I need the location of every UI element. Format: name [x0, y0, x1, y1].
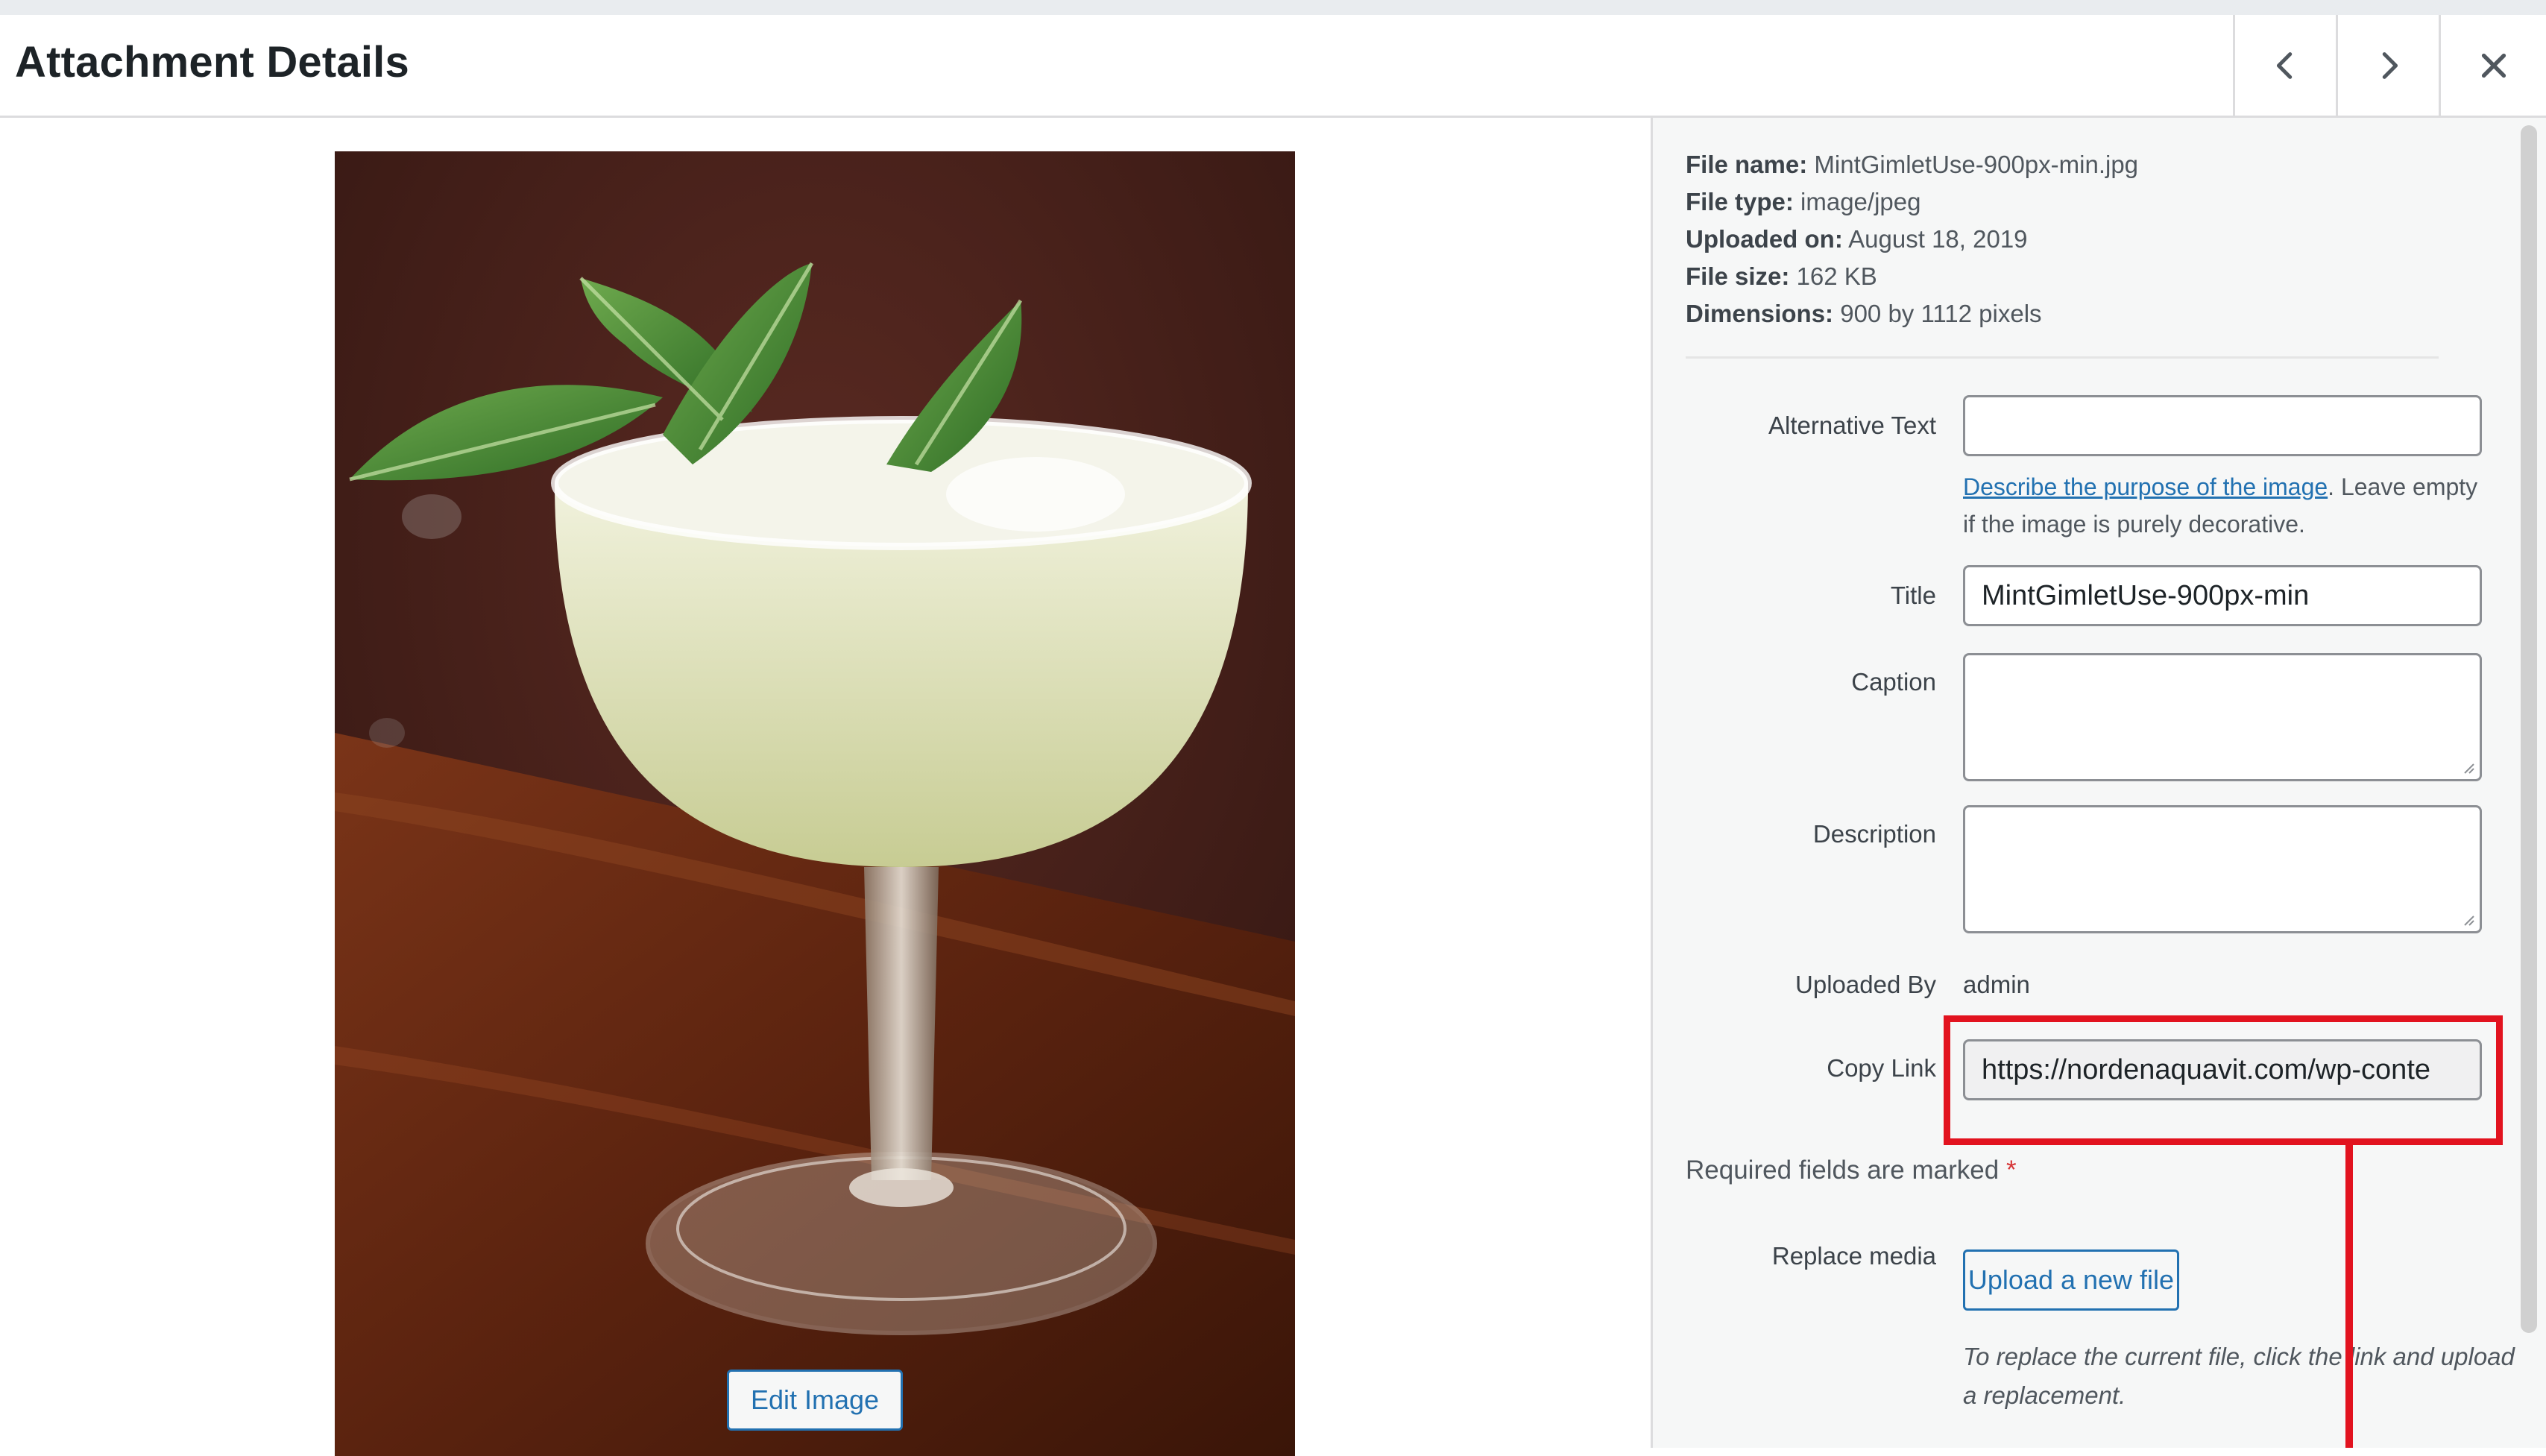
describe-purpose-link[interactable]: Describe the purpose of the image: [1963, 473, 2328, 500]
copy-link-input[interactable]: https://nordenaquavit.com/wp-conte: [1963, 1039, 2482, 1100]
details-divider: [1686, 356, 2439, 359]
dimensions-value: 900 by 1112 pixels: [1840, 300, 2042, 327]
attachment-preview: Edit Image: [0, 118, 1651, 1456]
chevron-right-icon: [2382, 51, 2398, 79]
attachment-image: [335, 151, 1295, 1456]
file-name-value: MintGimletUse-900px-min.jpg: [1814, 151, 2139, 178]
file-size-row: File size: 162 KB: [1686, 258, 2138, 295]
uploaded-on-row: Uploaded on: August 18, 2019: [1686, 221, 2138, 258]
alt-text-help: Describe the purpose of the image. Leave…: [1963, 468, 2485, 543]
file-name-label: File name:: [1686, 151, 1808, 178]
resize-grip-icon[interactable]: [2462, 761, 2475, 775]
required-fields-note: Required fields are marked *: [1686, 1156, 2017, 1185]
file-type-value: image/jpeg: [1800, 188, 1921, 215]
next-attachment-button[interactable]: [2336, 15, 2439, 116]
uploaded-by-label: Uploaded By: [1795, 971, 1936, 998]
alt-text-label: Alternative Text: [1768, 412, 1936, 439]
modal-header: Attachment Details: [0, 15, 2546, 118]
required-text: Required fields are marked: [1686, 1156, 2000, 1185]
caption-label: Caption: [1851, 668, 1936, 696]
close-button[interactable]: [2439, 15, 2546, 116]
caption-textarea[interactable]: [1963, 653, 2482, 781]
replace-media-label: Replace media: [1771, 1242, 1936, 1270]
sidebar-scrollbar[interactable]: [2521, 125, 2537, 1333]
description-label: Description: [1812, 820, 1936, 848]
dimensions-label: Dimensions:: [1686, 300, 1834, 327]
resize-grip-icon[interactable]: [2462, 913, 2475, 927]
file-size-value: 162 KB: [1796, 262, 1877, 290]
modal-title: Attachment Details: [15, 38, 409, 86]
file-name-row: File name: MintGimletUse-900px-min.jpg: [1686, 146, 2138, 183]
dimensions-row: Dimensions: 900 by 1112 pixels: [1686, 295, 2138, 333]
alt-text-input[interactable]: [1963, 395, 2482, 456]
replace-media-note: To replace the current file, click the l…: [1963, 1343, 2515, 1409]
edit-image-button[interactable]: Edit Image: [727, 1370, 903, 1431]
description-textarea[interactable]: [1963, 805, 2482, 933]
file-details: File name: MintGimletUse-900px-min.jpg F…: [1686, 146, 2138, 333]
chevron-left-icon: [2276, 51, 2292, 79]
previous-attachment-button[interactable]: [2233, 15, 2336, 116]
uploaded-on-label: Uploaded on:: [1686, 225, 1843, 253]
attachment-info-sidebar: File name: MintGimletUse-900px-min.jpg F…: [1651, 118, 2546, 1448]
uploaded-on-value: August 18, 2019: [1848, 225, 2028, 253]
file-size-label: File size:: [1686, 262, 1790, 290]
close-icon: [2481, 53, 2506, 78]
uploaded-by-value: admin: [1963, 971, 2030, 998]
copy-link-label: Copy Link: [1827, 1054, 1936, 1082]
title-input[interactable]: MintGimletUse-900px-min: [1963, 565, 2482, 626]
title-label: Title: [1890, 582, 1936, 609]
file-type-label: File type:: [1686, 188, 1794, 215]
file-type-row: File type: image/jpeg: [1686, 183, 2138, 221]
required-star: *: [2005, 1156, 2017, 1185]
upload-new-file-button[interactable]: Upload a new file: [1963, 1249, 2179, 1311]
top-strip: [0, 0, 2546, 15]
